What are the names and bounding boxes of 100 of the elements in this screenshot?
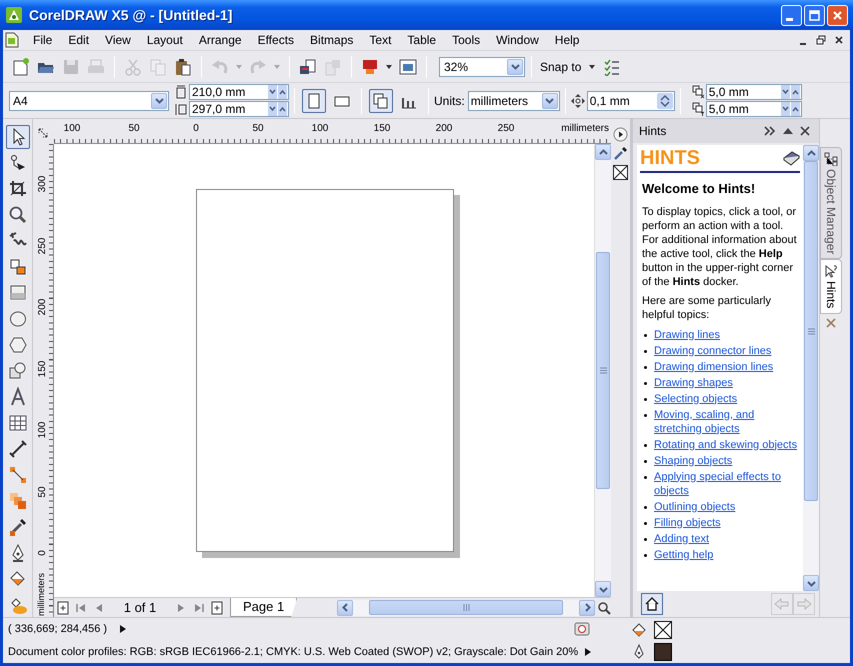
bullet-icon <box>644 350 647 352</box>
close-icon <box>800 126 810 136</box>
minimize-button[interactable] <box>781 4 802 26</box>
bullet-icon <box>644 414 647 416</box>
menu-item[interactable]: Tools <box>444 31 488 49</box>
document-icon <box>5 32 19 48</box>
topic-link[interactable]: Moving, scaling, and stretching objects <box>654 408 798 436</box>
page-width-field[interactable]: 210,0 mm <box>189 84 289 100</box>
scroll-left-button[interactable] <box>337 600 353 616</box>
menu-item[interactable]: Edit <box>60 31 98 49</box>
ruler-label: 50 <box>36 486 49 498</box>
docker-scrollbar[interactable] <box>803 145 819 591</box>
menu-item[interactable]: Bitmaps <box>302 31 362 49</box>
spin-up-icon <box>790 85 800 99</box>
welcome-heading: Welcome to Hints! <box>642 180 756 198</box>
expand-chevrons-icon <box>764 126 776 136</box>
hints-intro-text: To display topics, click a tool, or perform an action with a tool. For additional information about the active tool, click the Help button in the upper-right corner of the Hints docker. <box>642 204 798 288</box>
close-icon <box>834 35 844 45</box>
scroll-down-button[interactable] <box>803 575 819 591</box>
menu-item[interactable]: Table <box>399 31 444 49</box>
topic-link[interactable]: Drawing connector lines <box>654 344 772 358</box>
docker-tab[interactable]: Object Manager <box>820 147 842 260</box>
ruler-label: 150 <box>374 122 390 136</box>
menu-item[interactable]: Text <box>361 31 400 49</box>
scroll-thumb[interactable] <box>369 600 563 615</box>
topic-link[interactable]: Applying special effects to objects <box>654 470 798 498</box>
topic-link[interactable]: Outlining objects <box>654 500 736 514</box>
topic-link[interactable]: Adding text <box>654 532 710 546</box>
zoom-level-dropdown[interactable]: 32% <box>439 56 525 76</box>
scroll-down-button[interactable] <box>595 581 611 597</box>
topic-link[interactable]: Drawing shapes <box>654 376 733 390</box>
page-height-field[interactable]: 297,0 mm <box>189 101 289 117</box>
menu-item[interactable]: File <box>25 31 60 49</box>
ruler-label: 0 <box>193 122 199 136</box>
dropdown-arrow-button[interactable] <box>542 92 558 108</box>
menu-item[interactable]: View <box>97 31 139 49</box>
units-label: Units: <box>434 92 465 110</box>
copy-icon <box>148 56 168 76</box>
topics-intro-text: Here are some particularly helpful topics: <box>642 294 772 322</box>
spin-down-icon <box>268 102 277 116</box>
ruler-unit-label: millimeters <box>36 572 46 616</box>
topic-link[interactable]: Rotating and skewing objects <box>654 438 798 452</box>
play-button-icon <box>613 127 628 142</box>
spin-up-icon <box>790 102 800 116</box>
spin-up-icon <box>278 102 287 116</box>
ruler-label: 50 <box>252 122 264 136</box>
topic-link[interactable]: Shaping objects <box>654 454 732 468</box>
menu-item[interactable]: Effects <box>250 31 302 49</box>
duplicate-x-icon <box>692 85 704 99</box>
scroll-thumb[interactable] <box>596 252 610 489</box>
horizontal-scrollbar[interactable] <box>337 600 595 616</box>
menu-item[interactable]: Layout <box>138 31 191 49</box>
dropdown-caret-icon <box>385 64 393 70</box>
dropdown-arrow-button[interactable] <box>507 58 523 74</box>
snap-to-button[interactable]: Snap to <box>538 58 584 76</box>
bullet-icon <box>644 398 647 400</box>
topic-link[interactable]: Drawing lines <box>654 328 720 342</box>
ruler-label: 300 <box>36 176 49 192</box>
topic-link[interactable]: Filling objects <box>654 516 721 530</box>
scissors-icon <box>123 56 143 76</box>
width-icon <box>175 85 187 99</box>
topic-link[interactable]: Drawing dimension lines <box>654 360 774 374</box>
chevron-down-icon <box>510 64 520 70</box>
scroll-thumb[interactable] <box>804 161 818 501</box>
docker-tab[interactable]: Hints <box>820 259 842 314</box>
topic-link[interactable]: Getting help <box>654 548 714 562</box>
topic-link[interactable]: Selecting objects <box>654 392 738 406</box>
eyedropper-icon <box>8 517 28 537</box>
scroll-up-button[interactable] <box>595 144 611 160</box>
nudge-distance-field[interactable]: 0,1 mm <box>586 90 675 110</box>
page-tab[interactable]: Page 1 <box>230 598 298 617</box>
home-button[interactable] <box>641 593 663 615</box>
vertical-scrollbar[interactable] <box>594 144 611 597</box>
expand-arrow-icon <box>119 624 128 634</box>
minimize-icon <box>786 18 793 20</box>
bullet-icon <box>644 366 647 368</box>
magnifier-icon <box>8 205 28 225</box>
menu-item[interactable]: Help <box>546 31 588 49</box>
dropdown-arrow-button[interactable] <box>151 92 167 108</box>
units-dropdown[interactable]: millimeters <box>468 90 560 110</box>
shapes-icon <box>8 361 28 381</box>
portrait-button[interactable] <box>302 88 326 112</box>
scroll-right-button[interactable] <box>579 600 595 616</box>
snap-options-icon <box>603 58 622 76</box>
all-pages-button[interactable] <box>369 88 393 112</box>
duplicate-y-field[interactable]: 5,0 mm <box>706 101 802 117</box>
menu-item[interactable]: Arrange <box>190 31 250 49</box>
maximize-button[interactable] <box>804 4 825 26</box>
scroll-up-button[interactable] <box>803 145 819 161</box>
bullet-icon <box>644 538 647 540</box>
ruler-label: 250 <box>498 122 514 136</box>
page-size-dropdown[interactable]: A4 <box>9 90 169 110</box>
ruler-label: 200 <box>36 298 49 316</box>
page-count: 1 of 1 <box>122 598 158 617</box>
ellipse-icon <box>8 309 28 329</box>
close-button[interactable] <box>827 4 848 26</box>
duplicate-x-field[interactable]: 5,0 mm <box>706 84 802 100</box>
menu-item[interactable]: Window <box>488 31 547 49</box>
pick-tool-button[interactable] <box>6 125 30 149</box>
bullet-icon <box>644 522 647 524</box>
